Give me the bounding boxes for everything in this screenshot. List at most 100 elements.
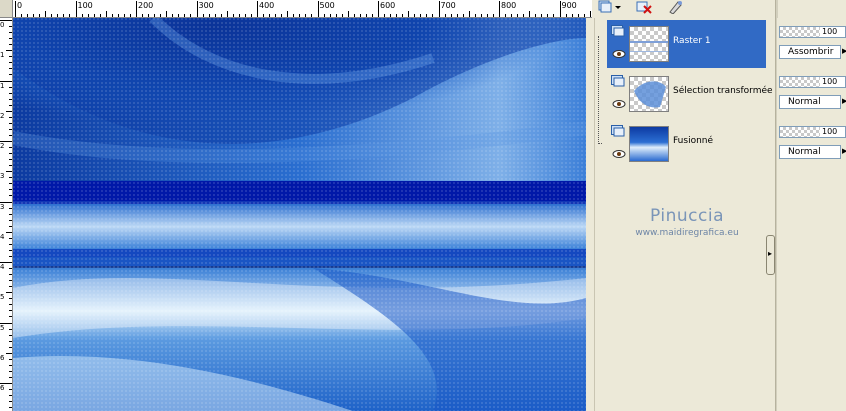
blend-mode-select[interactable]: Assombrir <box>779 45 841 59</box>
ruler-tick <box>9 116 12 118</box>
watermark-name: Pinuccia <box>650 206 724 226</box>
ruler-tick <box>9 237 12 239</box>
ruler-tick <box>9 401 12 403</box>
ruler-tick <box>9 376 12 378</box>
ruler-tick <box>9 159 12 161</box>
ruler-tick <box>9 92 12 94</box>
ruler-label: 0 <box>0 21 5 29</box>
ruler-tick <box>9 189 12 191</box>
ruler-label: 2 <box>0 111 5 120</box>
edit-mask-icon[interactable] <box>668 0 684 15</box>
ruler-tick <box>571 14 573 17</box>
ruler-label: 5 <box>0 323 5 332</box>
ruler-tick <box>553 14 555 17</box>
opacity-value: 100 <box>822 77 838 86</box>
opacity-field[interactable]: 100 <box>779 76 846 88</box>
ruler-tick <box>9 56 12 58</box>
ruler-tick <box>577 14 579 17</box>
ruler-label: 800 <box>501 1 517 10</box>
ruler-tick <box>9 62 12 64</box>
ruler-tick <box>9 286 12 288</box>
eye-icon[interactable] <box>612 50 626 58</box>
opacity-field[interactable]: 100 <box>779 126 846 138</box>
ruler-tick <box>9 38 12 40</box>
image-canvas[interactable] <box>13 18 586 411</box>
dropdown-arrow-icon[interactable] <box>614 0 622 14</box>
ruler-tick <box>9 98 12 100</box>
ruler-tick <box>196 1 198 17</box>
ruler-tick <box>559 1 561 17</box>
ruler-tick <box>9 207 12 209</box>
ruler-tick <box>9 32 12 34</box>
ruler-tick <box>438 1 440 17</box>
horizontal-ruler: 0 100 200 300 400 500 600 700 800 900 <box>0 0 592 18</box>
new-layer-icon[interactable] <box>598 0 612 14</box>
ruler-tick <box>9 255 12 257</box>
ruler-tick <box>21 14 23 17</box>
ruler-tick <box>148 14 150 17</box>
layer-row-fusionne[interactable]: Fusionné <box>607 120 766 168</box>
ruler-tick <box>353 14 355 17</box>
ruler-tick <box>275 14 277 17</box>
eye-icon[interactable] <box>612 150 626 158</box>
ruler-tick <box>9 280 12 282</box>
ruler-tick <box>9 122 12 124</box>
ruler-tick <box>347 11 349 17</box>
ruler-tick <box>9 68 12 70</box>
ruler-label: 6 <box>0 353 5 362</box>
blend-dropdown-arrow-icon[interactable]: ▶ <box>842 145 846 159</box>
ruler-tick <box>244 14 246 17</box>
ruler-label: 3 <box>0 172 5 181</box>
ruler-tick <box>69 14 71 17</box>
ruler-tick <box>9 407 12 409</box>
opacity-field[interactable]: 100 <box>779 26 846 38</box>
panel-collapse-handle[interactable]: ▸ <box>766 235 775 275</box>
ruler-tick <box>565 14 567 17</box>
blend-mode-select[interactable]: Normal <box>779 145 841 159</box>
ruler-tick <box>9 358 12 360</box>
ruler-tick <box>474 14 476 17</box>
ruler-label: 400 <box>259 1 275 10</box>
ruler-tick <box>371 14 373 17</box>
ruler-tick <box>299 14 301 17</box>
canvas-margin <box>586 18 592 411</box>
delete-layer-icon[interactable] <box>636 0 652 14</box>
ruler-tick <box>269 14 271 17</box>
layer-props-selection: 100 Normal ▶ <box>779 68 846 109</box>
ruler-tick <box>27 14 29 17</box>
ruler-tick <box>9 298 12 300</box>
chevron-right-icon: ▸ <box>768 249 773 258</box>
ruler-tick <box>402 14 404 17</box>
vertical-ruler: 0 1 1 2 2 3 3 4 4 5 5 6 6 <box>0 18 13 411</box>
ruler-tick <box>81 14 83 17</box>
ruler-tick <box>9 177 12 179</box>
ruler-tick <box>9 128 12 130</box>
blend-dropdown-arrow-icon[interactable]: ▶ <box>842 95 846 109</box>
ruler-tick <box>9 104 12 106</box>
ruler-tick <box>396 14 398 17</box>
ruler-tick <box>15 1 16 17</box>
ruler-tick <box>6 50 12 52</box>
opacity-checker <box>780 127 820 137</box>
ruler-label: 100 <box>77 1 93 10</box>
layer-row-raster-1[interactable]: Raster 1 <box>607 20 766 68</box>
ruler-tick <box>111 14 113 17</box>
ruler-tick <box>9 195 12 197</box>
ruler-tick <box>9 165 12 167</box>
ruler-label: 3 <box>0 202 5 211</box>
ruler-tick <box>9 395 12 397</box>
opacity-checker <box>780 27 820 37</box>
blend-mode-value: Assombrir <box>788 47 834 57</box>
layers-toolbar <box>594 0 766 16</box>
eye-icon[interactable] <box>612 100 626 108</box>
ruler-tick <box>75 1 77 17</box>
blend-dropdown-arrow-icon[interactable]: ▶ <box>842 45 846 59</box>
layer-thumbnail <box>629 126 669 162</box>
layer-row-selection-transformee[interactable]: Sélection transformée <box>607 70 773 118</box>
ruler-tick <box>511 14 513 17</box>
blend-mode-select[interactable]: Normal <box>779 95 841 109</box>
layer-properties-column: 100 Assombrir ▶ 100 Normal ▶ 100 Normal … <box>777 18 846 411</box>
ruler-tick <box>432 14 434 17</box>
ruler-tick <box>63 14 65 17</box>
ruler-tick <box>547 14 549 17</box>
